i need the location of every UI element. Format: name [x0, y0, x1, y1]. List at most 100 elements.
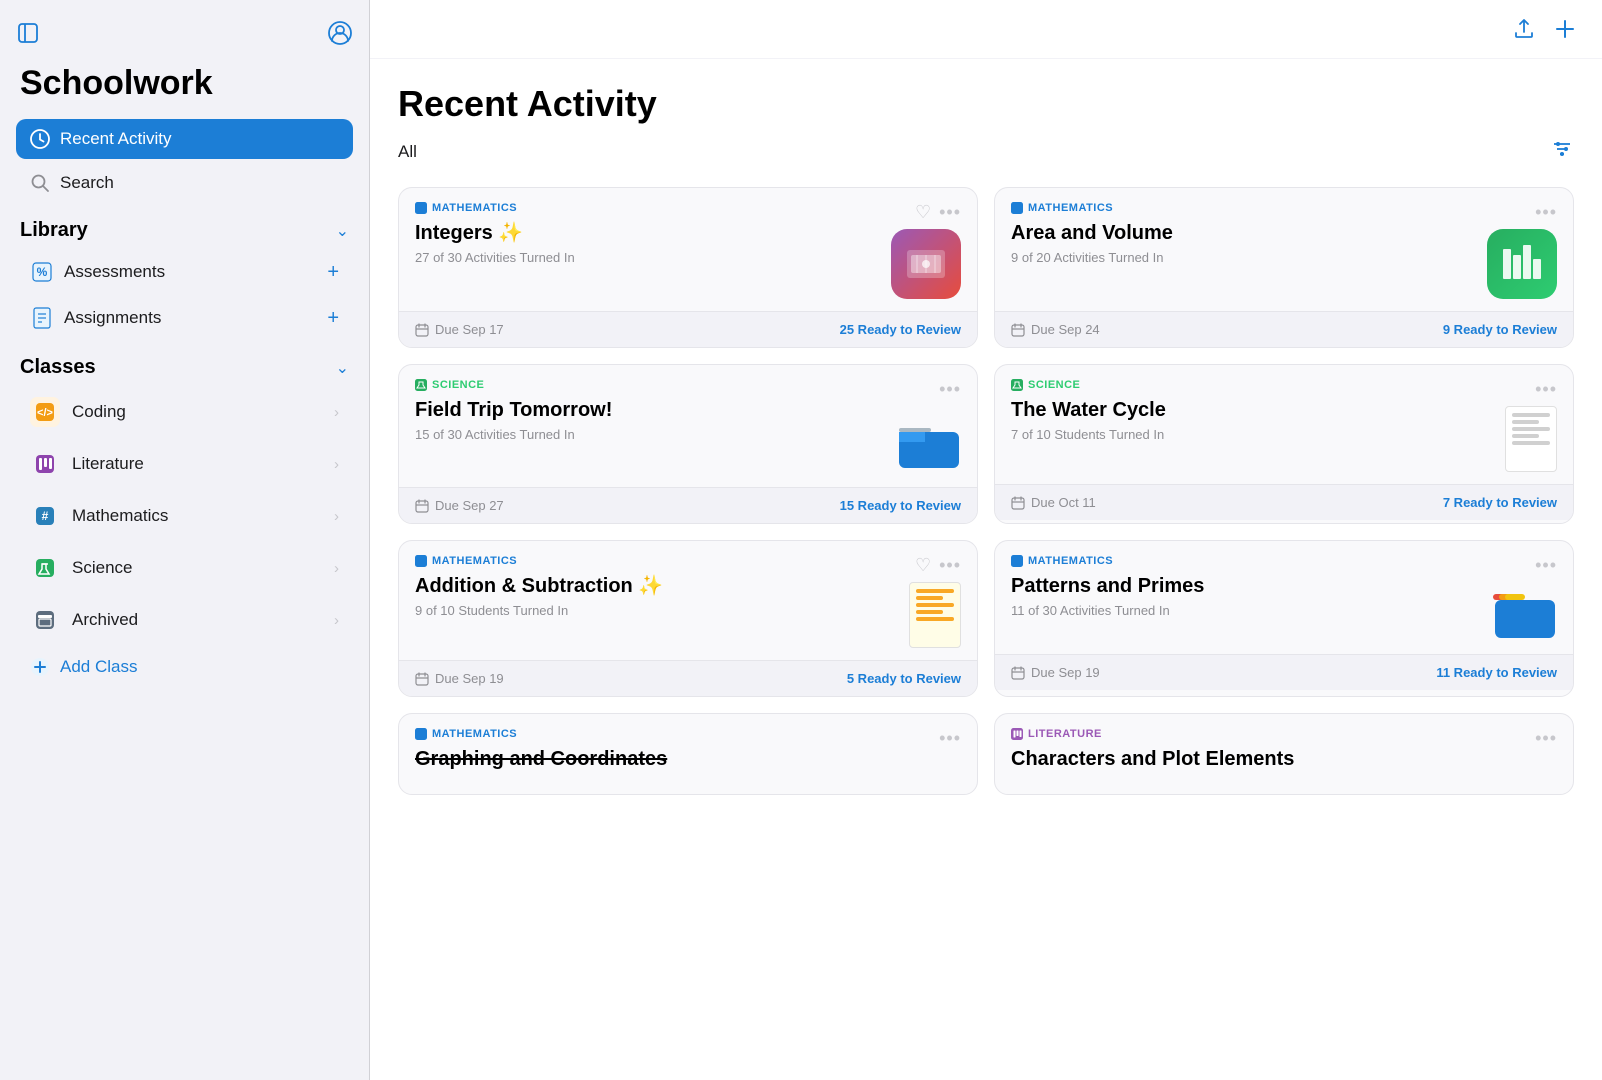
card-field-trip-due: Due Sep 27 [435, 498, 504, 513]
assignments-add-button[interactable]: + [327, 307, 339, 330]
sidebar-item-science[interactable]: Science › [16, 543, 353, 593]
card-addition-review[interactable]: 5 Ready to Review [847, 671, 961, 686]
card-integers[interactable]: MATHEMATICS Integers ✨ 27 of 30 Activiti… [398, 187, 978, 348]
card-patterns-subtitle: 11 of 30 Activities Turned In [1011, 603, 1493, 618]
sidebar-item-assessments[interactable]: % Assessments + [16, 250, 353, 294]
card-patterns-thumbnail [1493, 586, 1557, 642]
literature-chevron: › [334, 456, 339, 473]
sidebar-item-literature[interactable]: Literature › [16, 439, 353, 489]
card-patterns-review[interactable]: 11 Ready to Review [1436, 665, 1557, 680]
svg-text:#: # [42, 509, 49, 523]
card-field-trip-review[interactable]: 15 Ready to Review [840, 498, 961, 513]
filter-label: All [398, 142, 417, 162]
card-field-trip-thumbnail [897, 414, 961, 475]
archived-icon [30, 605, 60, 635]
library-chevron: ⌄ [336, 221, 349, 241]
card-integers-subtitle: 27 of 30 Activities Turned In [415, 250, 891, 265]
sidebar-item-coding[interactable]: </> Coding › [16, 387, 353, 437]
sidebar: Schoolwork Recent Activity Search Librar… [0, 0, 370, 1080]
calendar-icon-6 [1011, 666, 1025, 680]
cards-grid: MATHEMATICS Integers ✨ 27 of 30 Activiti… [398, 187, 1574, 795]
calendar-icon-3 [415, 499, 429, 513]
literature-icon [30, 449, 60, 479]
card-graphing-more[interactable]: ••• [939, 728, 961, 749]
card-water-cycle-review[interactable]: 7 Ready to Review [1443, 495, 1557, 510]
profile-button[interactable] [327, 20, 353, 46]
card-integers-title: Integers ✨ [415, 220, 891, 246]
classes-section-header[interactable]: Classes ⌄ [16, 342, 353, 387]
classes-chevron: ⌄ [336, 358, 349, 378]
sidebar-item-assignments[interactable]: Assignments + [16, 296, 353, 340]
card-characters-plot[interactable]: LITERATURE Characters and Plot Elements … [994, 713, 1574, 795]
science-chevron: › [334, 560, 339, 577]
card-field-trip-subject: SCIENCE [432, 379, 484, 391]
card-area-volume-review[interactable]: 9 Ready to Review [1443, 322, 1557, 337]
sidebar-top-icons [16, 20, 353, 46]
sidebar-item-mathematics[interactable]: # Mathematics › [16, 491, 353, 541]
card-area-volume[interactable]: MATHEMATICS Area and Volume 9 of 20 Acti… [994, 187, 1574, 348]
card-characters-more[interactable]: ••• [1535, 728, 1557, 749]
card-area-volume-subject: MATHEMATICS [1028, 202, 1113, 214]
card-area-volume-more[interactable]: ••• [1535, 202, 1557, 223]
library-section-header[interactable]: Library ⌄ [16, 205, 353, 250]
share-button[interactable] [1512, 17, 1536, 41]
card-patterns-primes[interactable]: MATHEMATICS Patterns and Primes 11 of 30… [994, 540, 1574, 697]
card-characters-subject: LITERATURE [1028, 728, 1102, 740]
card-addition-thumbnail [909, 582, 961, 648]
main-area: Recent Activity All [370, 0, 1602, 1080]
sidebar-item-recent-activity-label: Recent Activity [60, 129, 172, 149]
assessments-add-button[interactable]: + [327, 261, 339, 284]
percent-icon: % [30, 260, 54, 284]
card-addition-subtraction[interactable]: MATHEMATICS Addition & Subtraction ✨ 9 o… [398, 540, 978, 697]
archived-chevron: › [334, 612, 339, 629]
card-field-trip[interactable]: SCIENCE Field Trip Tomorrow! 15 of 30 Ac… [398, 364, 978, 524]
literature-icon-8 [1011, 728, 1023, 740]
card-water-cycle-title: The Water Cycle [1011, 397, 1505, 423]
card-graphing-subject: MATHEMATICS [432, 728, 517, 740]
archived-label: Archived [72, 610, 138, 630]
card-water-cycle-more[interactable]: ••• [1535, 379, 1557, 400]
card-addition-heart[interactable]: ♡ [915, 555, 931, 576]
mathematics-chevron: › [334, 508, 339, 525]
card-field-trip-title: Field Trip Tomorrow! [415, 397, 897, 423]
card-integers-subject: MATHEMATICS [432, 202, 517, 214]
card-graphing[interactable]: MATHEMATICS Graphing and Coordinates ••• [398, 713, 978, 795]
add-class-button[interactable]: Add Class [16, 647, 353, 687]
card-water-cycle-subtitle: 7 of 10 Students Turned In [1011, 427, 1505, 442]
sidebar-item-archived[interactable]: Archived › [16, 595, 353, 645]
add-button[interactable] [1552, 16, 1578, 42]
library-title: Library [20, 219, 88, 242]
sidebar-toggle-button[interactable] [16, 21, 40, 45]
card-patterns-due: Due Sep 19 [1031, 665, 1100, 680]
card-water-cycle[interactable]: SCIENCE The Water Cycle 7 of 10 Students… [994, 364, 1574, 524]
add-icon [30, 657, 50, 677]
sidebar-item-search[interactable]: Search [16, 163, 353, 203]
filter-button[interactable] [1550, 137, 1574, 167]
coding-icon: </> [30, 397, 60, 427]
math-icon-2 [1011, 202, 1023, 214]
card-integers-review[interactable]: 25 Ready to Review [840, 322, 961, 337]
science-icon-3 [415, 379, 427, 391]
science-icon-4 [1011, 379, 1023, 391]
search-icon [30, 173, 50, 193]
main-toolbar [370, 0, 1602, 59]
card-integers-more[interactable]: ••• [939, 202, 961, 223]
card-characters-title: Characters and Plot Elements [1011, 746, 1535, 772]
card-integers-heart[interactable]: ♡ [915, 202, 931, 223]
card-area-volume-thumbnail [1487, 229, 1557, 299]
svg-text:</>: </> [37, 407, 53, 419]
coding-chevron: › [334, 404, 339, 421]
math-icon-5 [415, 555, 427, 567]
sidebar-item-recent-activity[interactable]: Recent Activity [16, 119, 353, 159]
card-field-trip-subtitle: 15 of 30 Activities Turned In [415, 427, 897, 442]
card-water-cycle-subject: SCIENCE [1028, 379, 1080, 391]
math-icon-6 [1011, 555, 1023, 567]
card-addition-more[interactable]: ••• [939, 555, 961, 576]
classes-title: Classes [20, 356, 96, 379]
card-area-volume-due: Due Sep 24 [1031, 322, 1100, 337]
card-patterns-more[interactable]: ••• [1535, 555, 1557, 576]
card-field-trip-more[interactable]: ••• [939, 379, 961, 400]
sidebar-item-search-label: Search [60, 173, 114, 193]
mathematics-label: Mathematics [72, 506, 168, 526]
card-area-volume-subtitle: 9 of 20 Activities Turned In [1011, 250, 1487, 265]
